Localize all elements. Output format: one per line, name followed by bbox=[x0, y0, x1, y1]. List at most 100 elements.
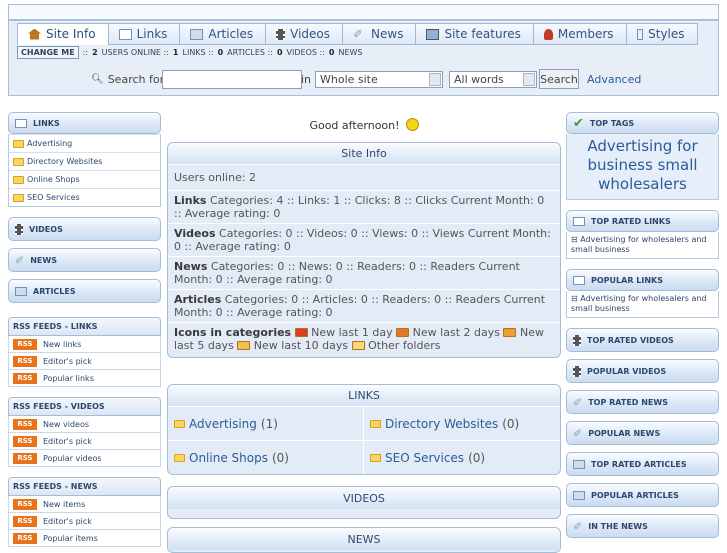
top-rated-links-header[interactable]: TOP RATED LINKS bbox=[566, 210, 719, 232]
pen-icon: ✐ bbox=[573, 395, 583, 409]
site-header: Site Info Links Articles Videos ✐ News Si… bbox=[8, 20, 719, 96]
list-item[interactable]: SEO Services bbox=[9, 188, 160, 206]
rss-item[interactable]: RSS Popular links bbox=[8, 370, 161, 387]
tab-site-info[interactable]: Site Info bbox=[17, 23, 108, 45]
videos-box-header[interactable]: VIDEOS bbox=[8, 217, 161, 241]
change-me-button[interactable]: CHANGE ME bbox=[17, 45, 79, 59]
search-button[interactable]: Search bbox=[539, 69, 579, 89]
stats-text: Categories: 0 :: Videos: 0 :: Views: 0 :… bbox=[174, 227, 551, 253]
category-item[interactable]: Online Shops (0) bbox=[168, 440, 364, 474]
search-mode-select[interactable]: All words bbox=[449, 70, 537, 88]
videos-stats: Videos Categories: 0 :: Videos: 0 :: Vie… bbox=[168, 223, 560, 256]
mode-value: All words bbox=[454, 72, 504, 86]
rss-item-label: New links bbox=[43, 339, 82, 349]
rss-item[interactable]: RSS New items bbox=[8, 496, 161, 513]
rss-item[interactable]: RSS Popular videos bbox=[8, 450, 161, 467]
links-icon bbox=[573, 216, 585, 226]
search-label: 🔍︎ Search for bbox=[91, 73, 164, 86]
list-item[interactable]: Online Shops bbox=[9, 170, 160, 188]
rss-item-label: Popular videos bbox=[43, 453, 102, 463]
rss-icon: RSS bbox=[13, 435, 37, 447]
search-input[interactable] bbox=[162, 69, 302, 89]
folder-icon bbox=[13, 157, 24, 166]
film-icon bbox=[573, 365, 581, 377]
rss-icon: RSS bbox=[13, 498, 37, 510]
list-item[interactable]: Advertising bbox=[9, 134, 160, 152]
rss-item[interactable]: RSS New videos bbox=[8, 416, 161, 433]
stats-bar: CHANGE ME :: 2 USERS ONLINE :: 1 LINKS :: … bbox=[17, 45, 363, 59]
rss-item[interactable]: RSS Popular items bbox=[8, 530, 161, 547]
top-tags-title: TOP TAGS bbox=[589, 118, 635, 128]
top-tags-cloud[interactable]: Advertising for business small wholesale… bbox=[566, 134, 719, 200]
popular-articles-header[interactable]: POPULAR ARTICLES bbox=[566, 483, 719, 507]
top-rated-news-header[interactable]: ✐ TOP RATED NEWS bbox=[566, 390, 719, 414]
news-box-header[interactable]: ✐ NEWS bbox=[8, 248, 161, 272]
popular-news-header[interactable]: ✐ POPULAR NEWS bbox=[566, 421, 719, 445]
tab-news[interactable]: ✐ News bbox=[342, 23, 416, 45]
articles-stats: Articles Categories: 0 :: Articles: 0 ::… bbox=[168, 289, 560, 322]
top-rated-link-item[interactable]: ⊟ Advertising for wholesalers and small … bbox=[566, 232, 719, 259]
box-title: POPULAR VIDEOS bbox=[587, 366, 667, 376]
category-item[interactable]: Directory Websites (0) bbox=[364, 406, 560, 440]
news-label: NEWS bbox=[338, 47, 363, 57]
box-title: TOP RATED LINKS bbox=[591, 216, 671, 226]
articles-box-header[interactable]: ARTICLES bbox=[8, 279, 161, 303]
rss-item-label: Popular items bbox=[43, 533, 98, 543]
styles-icon bbox=[636, 28, 644, 40]
tab-articles[interactable]: Articles bbox=[179, 23, 266, 45]
tab-members[interactable]: Members bbox=[532, 23, 626, 45]
popular-link-item[interactable]: ⊟ Advertising for wholesalers and small … bbox=[566, 291, 719, 318]
folder-icon bbox=[370, 453, 381, 462]
top-rated-videos-header[interactable]: TOP RATED VIDEOS bbox=[566, 328, 719, 352]
articles-box-title: ARTICLES bbox=[33, 286, 76, 296]
rss-item[interactable]: RSS Editor's pick bbox=[8, 513, 161, 530]
film-icon bbox=[15, 223, 23, 235]
film-icon bbox=[573, 334, 581, 346]
box-title: POPULAR LINKS bbox=[591, 275, 663, 285]
folder-icon bbox=[174, 453, 185, 462]
links-icon bbox=[15, 118, 27, 128]
site-info-panel: Site Info Users online: 2 Links Categori… bbox=[167, 142, 561, 358]
home-icon bbox=[28, 28, 41, 40]
list-item-label: Advertising bbox=[27, 139, 73, 148]
tab-links[interactable]: Links bbox=[107, 23, 180, 45]
stats-label: Articles bbox=[174, 293, 222, 306]
tab-site-features[interactable]: Site features bbox=[415, 23, 533, 45]
tab-label: Styles bbox=[648, 27, 685, 41]
category-count: (0) bbox=[468, 450, 486, 465]
folder-icon bbox=[370, 419, 381, 428]
articles-icon bbox=[15, 286, 27, 296]
legend-item: New last 2 days bbox=[412, 326, 500, 339]
category-grid: Advertising (1) Directory Websites (0) Onl… bbox=[168, 406, 560, 474]
category-item[interactable]: SEO Services (0) bbox=[364, 440, 560, 474]
stats-label: Links bbox=[174, 194, 207, 207]
in-the-news-header[interactable]: ✐ IN THE NEWS bbox=[566, 514, 719, 538]
category-item[interactable]: Advertising (1) bbox=[168, 406, 364, 440]
articles-icon bbox=[190, 28, 204, 40]
top-strip bbox=[8, 4, 719, 20]
rss-item-label: Editor's pick bbox=[43, 356, 92, 366]
tab-videos[interactable]: Videos bbox=[265, 23, 343, 45]
rss-item[interactable]: RSS Editor's pick bbox=[8, 353, 161, 370]
popular-links-header[interactable]: POPULAR LINKS bbox=[566, 269, 719, 291]
popular-videos-header[interactable]: POPULAR VIDEOS bbox=[566, 359, 719, 383]
rss-icon: RSS bbox=[13, 452, 37, 464]
tab-styles[interactable]: Styles bbox=[625, 23, 698, 45]
rss-item[interactable]: RSS New links bbox=[8, 336, 161, 353]
tab-label: Articles bbox=[208, 27, 254, 41]
rss-item[interactable]: RSS Editor's pick bbox=[8, 433, 161, 450]
stats-label: News bbox=[174, 260, 208, 273]
links-panel-title: LINKS bbox=[168, 385, 560, 406]
advanced-search-link[interactable]: Advanced bbox=[587, 73, 641, 86]
links-icon bbox=[118, 28, 132, 40]
rss-videos-title: RSS FEEDS - VIDEOS bbox=[8, 397, 161, 416]
list-item[interactable]: Directory Websites bbox=[9, 152, 160, 170]
videos-box-title: VIDEOS bbox=[29, 224, 63, 234]
legend-item: New last 1 day bbox=[311, 326, 393, 339]
top-tags-header[interactable]: ✔ TOP TAGS bbox=[566, 112, 719, 134]
links-box-header[interactable]: LINKS bbox=[8, 112, 161, 134]
link-bullet-icon: ⊟ bbox=[571, 235, 578, 244]
search-scope-select[interactable]: Whole site bbox=[315, 70, 443, 88]
left-sidebar: LINKS Advertising Directory Websites Onl… bbox=[8, 112, 161, 547]
top-rated-articles-header[interactable]: TOP RATED ARTICLES bbox=[566, 452, 719, 476]
